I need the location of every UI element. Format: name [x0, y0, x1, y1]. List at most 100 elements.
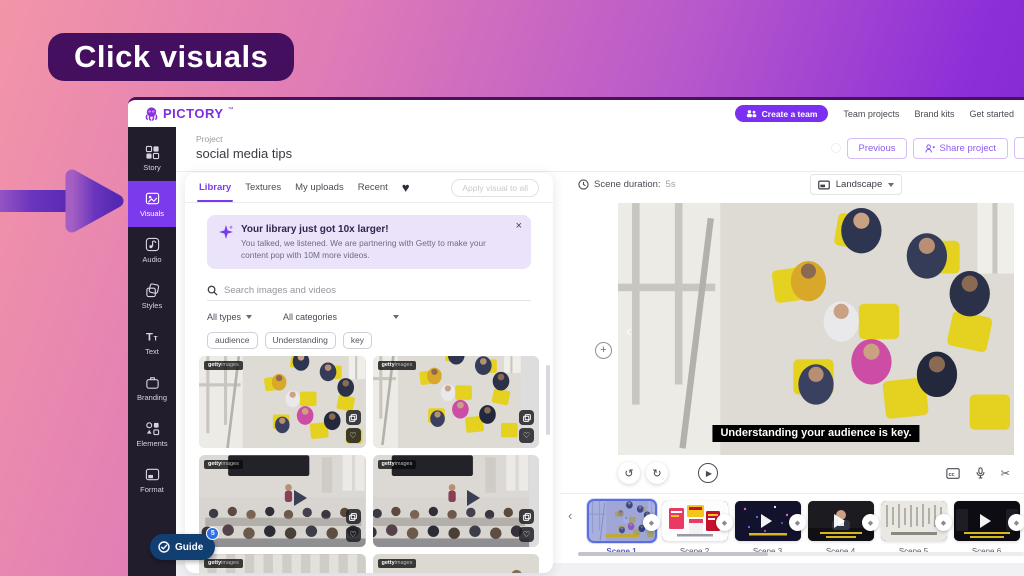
tag-key[interactable]: key: [343, 332, 372, 349]
aspect-ratio-icon: [145, 467, 160, 482]
project-title: social media tips: [196, 146, 292, 161]
sidebar-nav: Story Visuals Audio: [128, 127, 176, 576]
banner-body: You talked, we listened. We are partneri…: [241, 238, 505, 261]
favorite-heart-icon[interactable]: ♡: [519, 527, 534, 542]
play-icon: [834, 514, 845, 528]
tab-library[interactable]: Library: [199, 173, 231, 202]
search-bar: [207, 281, 531, 301]
tag-understanding[interactable]: Understanding: [265, 332, 336, 349]
sidebar-item-text[interactable]: T т Text: [128, 319, 176, 365]
previous-button[interactable]: Previous: [847, 138, 908, 159]
transition-button[interactable]: ◆: [716, 514, 733, 531]
chevron-down-icon: [393, 315, 399, 319]
stock-video-cell[interactable]: gettyimages ♡: [373, 356, 540, 448]
transition-button[interactable]: ◆: [1008, 514, 1024, 531]
chevron-down-icon: [246, 315, 252, 319]
keyword-tags: audience Understanding key: [207, 332, 531, 349]
app-window: PICTORY ™ Create a team Team projects Br…: [128, 97, 1024, 576]
sidebar-item-visuals[interactable]: Visuals: [128, 181, 176, 227]
chevron-down-icon: [888, 183, 894, 187]
play-icon[interactable]: [467, 490, 480, 506]
play-button[interactable]: ▶: [698, 463, 718, 483]
trademark: ™: [228, 107, 234, 113]
storyboard-icon: [145, 145, 160, 160]
play-icon[interactable]: [294, 490, 307, 506]
svg-text:cc: cc: [948, 471, 954, 477]
scene-duration-value: 5s: [666, 179, 676, 190]
scene-preview-video[interactable]: ‹ Understanding your audience is key.: [618, 203, 1014, 455]
type-filter-dropdown[interactable]: All types: [207, 312, 241, 322]
search-icon: [207, 285, 218, 296]
share-project-button[interactable]: Share project: [913, 138, 1008, 159]
screenshot-background: Click visuals PICTORY ™: [0, 0, 1024, 576]
transition-button[interactable]: ◆: [935, 514, 952, 531]
favorite-heart-icon[interactable]: ♡: [346, 428, 361, 443]
stock-video-cell[interactable]: gettyimages: [373, 554, 540, 573]
annotation-callout: Click visuals: [48, 33, 294, 81]
music-note-icon: [145, 237, 160, 252]
favorite-heart-icon[interactable]: ♡: [519, 428, 534, 443]
create-team-button[interactable]: Create a team: [735, 105, 829, 122]
briefcase-icon: [145, 375, 160, 390]
sidebar-item-branding[interactable]: Branding: [128, 365, 176, 411]
preview-controls: ↺ ↻ ▶ cc ✂: [618, 458, 1024, 488]
timeline-scrollbar[interactable]: [578, 552, 768, 556]
stock-video-cell[interactable]: gettyimages ♡: [373, 455, 540, 547]
redo-button[interactable]: ↻: [646, 462, 668, 484]
tab-my-uploads[interactable]: My uploads: [295, 173, 344, 202]
play-icon: [761, 514, 772, 528]
transition-button[interactable]: ◆: [862, 514, 879, 531]
sidebar-item-format[interactable]: Format: [128, 457, 176, 503]
tab-textures[interactable]: Textures: [245, 173, 281, 202]
sidebar-item-elements[interactable]: Elements: [128, 411, 176, 457]
add-scene-icon[interactable]: +: [595, 342, 612, 359]
close-icon[interactable]: ×: [516, 220, 522, 232]
image-icon: [145, 191, 160, 206]
similar-clips-icon[interactable]: [519, 509, 534, 524]
visuals-library-panel: Library Textures My uploads Recent ♥ App…: [185, 173, 553, 573]
similar-clips-icon[interactable]: [519, 410, 534, 425]
search-input[interactable]: [224, 285, 531, 296]
similar-clips-icon[interactable]: [346, 410, 361, 425]
octopus-logo-icon: [144, 106, 159, 121]
microphone-icon[interactable]: [976, 467, 985, 479]
check-circle-icon: [158, 541, 170, 553]
get-started-link[interactable]: Get started: [969, 109, 1014, 119]
favorite-heart-icon[interactable]: ♡: [346, 527, 361, 542]
project-label: Project: [196, 134, 222, 144]
tag-audience[interactable]: audience: [207, 332, 258, 349]
transition-button[interactable]: ◆: [643, 514, 660, 531]
getty-banner: Your library just got 10x larger! You ta…: [207, 215, 531, 269]
sidebar-item-story[interactable]: Story: [128, 135, 176, 181]
apply-visual-to-all-button[interactable]: Apply visual to all: [451, 179, 539, 197]
banner-title: Your library just got 10x larger!: [241, 224, 505, 235]
stock-video-cell[interactable]: gettyimages ♡: [199, 455, 366, 547]
svg-text:T: T: [145, 331, 152, 343]
library-tabs: Library Textures My uploads Recent ♥ App…: [185, 173, 553, 203]
pictory-logo[interactable]: PICTORY ™: [144, 106, 234, 121]
transition-button[interactable]: ◆: [789, 514, 806, 531]
library-scrollbar[interactable]: [546, 365, 550, 435]
category-filter-dropdown[interactable]: All categories: [283, 312, 399, 322]
timeline-prev-chevron-icon[interactable]: ‹: [568, 508, 572, 523]
share-person-icon: [925, 144, 935, 153]
orientation-dropdown[interactable]: Landscape: [810, 174, 902, 195]
stock-video-cell[interactable]: gettyimages ♡: [199, 356, 366, 448]
undo-button[interactable]: ↺: [618, 462, 640, 484]
subtitle-caption[interactable]: Understanding your audience is key.: [712, 425, 919, 442]
previous-visual-chevron-icon[interactable]: ‹: [626, 321, 632, 341]
sidebar-item-audio[interactable]: Audio: [128, 227, 176, 273]
sidebar-item-styles[interactable]: Styles: [128, 273, 176, 319]
captions-icon[interactable]: cc: [946, 468, 960, 479]
next-button-cutoff[interactable]: [1014, 137, 1024, 159]
team-projects-link[interactable]: Team projects: [843, 109, 899, 119]
favorites-heart-icon[interactable]: ♥: [402, 181, 410, 194]
annotation-arrow-icon: [0, 163, 130, 253]
brand-kits-link[interactable]: Brand kits: [914, 109, 954, 119]
guide-button[interactable]: Guide 5: [150, 534, 215, 560]
shapes-icon: [145, 421, 160, 436]
similar-clips-icon[interactable]: [346, 509, 361, 524]
tab-recent[interactable]: Recent: [358, 173, 388, 202]
scissors-icon[interactable]: ✂: [1001, 467, 1010, 480]
stock-video-cell[interactable]: gettyimages: [199, 554, 366, 573]
